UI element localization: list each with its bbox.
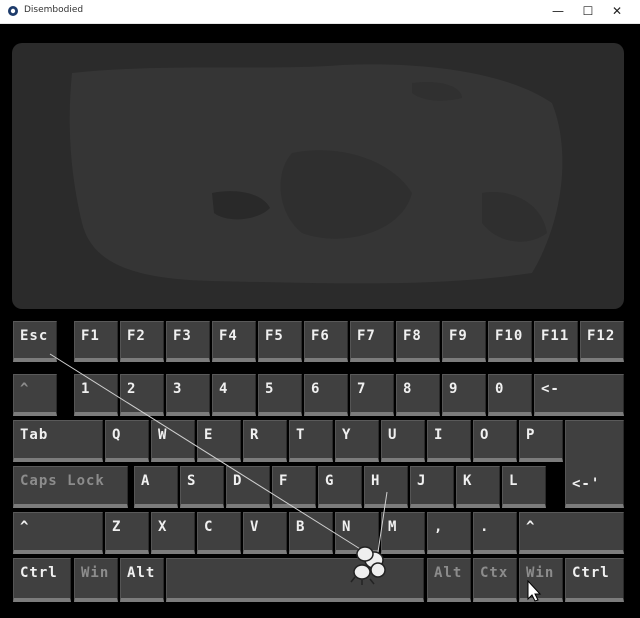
hand-tether-line <box>49 353 366 553</box>
mouse-cursor-icon <box>527 579 542 602</box>
disembodied-hand-icon <box>350 546 386 585</box>
close-button[interactable]: ✕ <box>594 0 640 23</box>
window-title: Disembodied <box>24 5 84 15</box>
title-bar: Disembodied — ☐ ✕ <box>0 0 640 24</box>
app-icon <box>8 6 18 16</box>
hand-tether-line <box>377 491 388 553</box>
pointer-overlay <box>49 353 542 602</box>
game-canvas: Esc F1 F2 F3 F4 F5 F6 F7 F8 F9 F10 F11 F12 ^ 1 2 3 4 5 6 7 8 9… <box>0 24 640 618</box>
